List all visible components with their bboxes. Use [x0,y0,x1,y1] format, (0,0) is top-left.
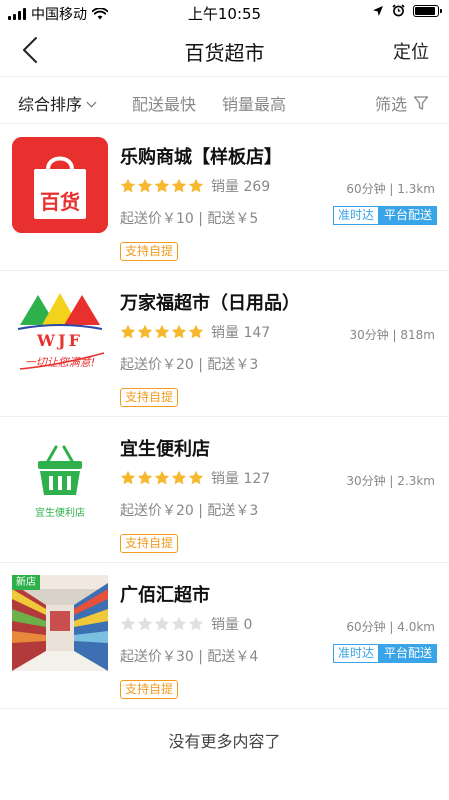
star-filled-icon [120,178,136,193]
filter-label: 筛选 [374,95,407,114]
on-time-badge: 准时达 [332,644,379,663]
store-item[interactable]: 宜生便利店 宜生便利店 销量 127 30分钟 | 2.3km 起送价￥20 |… [0,417,449,563]
star-filled-icon [154,324,170,339]
self-pickup-badge: 支持自提 [120,534,179,553]
filter-button[interactable]: 筛选 [375,91,429,115]
store-logo: WJF 一切让您满意! [12,283,108,379]
rating-stars [120,178,205,194]
star-filled-icon [137,178,153,193]
sort-comprehensive-label: 综合排序 [18,95,83,114]
store-photo: 新店 [12,575,108,671]
store-logo: 宜生便利店 [12,429,108,525]
star-filled-icon [154,178,170,193]
star-filled-icon [154,470,170,485]
star-filled-icon [188,178,204,193]
location-arrow-icon [373,5,383,16]
sort-bar: 综合排序 配送最快 销量最高 筛选 [0,76,449,124]
star-filled-icon [137,324,153,339]
star-empty-icon [137,616,153,631]
sort-comprehensive[interactable]: 综合排序 [18,91,97,115]
star-filled-icon [137,470,153,485]
star-filled-icon [171,178,187,193]
sales-count: 销量 0 [211,617,253,633]
end-of-list-text: 没有更多内容了 [168,732,281,751]
delivery-price: 起送价￥30 | 配送￥4 [120,649,259,665]
store-name: 万家福超市（日用品） [120,293,300,314]
logo-text: WJF [37,331,83,350]
self-pickup-badge: 支持自提 [120,680,179,699]
star-filled-icon [120,470,136,485]
shopping-bag-icon [12,137,108,233]
delivery-time-distance: 60分钟 | 4.0km [346,620,435,634]
funnel-icon [413,96,429,110]
star-filled-icon [171,324,187,339]
rating-stars [120,616,205,632]
store-rating: 销量 269 [120,176,270,196]
store-name: 乐购商城【样板店】 [120,147,282,168]
store-item[interactable]: 百货 乐购商城【样板店】 销量 269 60分钟 | 1.3km 起送价￥10 … [0,125,449,271]
star-empty-icon [188,616,204,631]
chevron-down-icon [86,97,97,108]
delivery-time-distance: 30分钟 | 2.3km [346,474,435,488]
platform-delivery-badge: 平台配送 [378,206,437,225]
delivery-time-distance: 60分钟 | 1.3km [346,182,435,196]
star-filled-icon [120,324,136,339]
on-time-badge: 准时达 [332,206,379,225]
sales-count: 销量 147 [211,325,271,341]
sort-top-sales[interactable]: 销量最高 [222,91,286,115]
logo-text: 宜生便利店 [35,508,85,519]
star-filled-icon [171,470,187,485]
status-right [372,4,442,17]
sales-count: 销量 269 [211,179,271,195]
store-rating: 销量 0 [120,614,252,634]
self-pickup-badge: 支持自提 [120,242,179,261]
sort-fastest-delivery[interactable]: 配送最快 [132,91,196,115]
store-item[interactable]: WJF 一切让您满意! 万家福超市（日用品） 销量 147 30分钟 | 818… [0,271,449,417]
sales-count: 销量 127 [211,471,271,487]
delivery-time-distance: 30分钟 | 818m [349,328,435,342]
store-name: 宜生便利店 [120,439,210,460]
battery-fill [415,6,435,15]
rating-stars [120,470,205,486]
delivery-price: 起送价￥20 | 配送￥3 [120,503,259,519]
star-filled-icon [188,324,204,339]
store-name: 广佰汇超市 [120,585,210,606]
logo-slogan: 一切让您满意! [24,356,96,369]
store-rating: 销量 127 [120,468,270,488]
rating-stars [120,324,205,340]
star-empty-icon [171,616,187,631]
platform-delivery-badge: 平台配送 [378,644,437,663]
star-filled-icon [188,470,204,485]
self-pickup-badge: 支持自提 [120,388,179,407]
service-badges: 准时达 平台配送 [332,206,437,225]
status-bar: 中国移动 上午10:55 [0,0,449,24]
star-empty-icon [120,616,136,631]
delivery-price: 起送价￥20 | 配送￥3 [120,357,259,373]
star-empty-icon [154,616,170,631]
logo-text: 百货 [40,190,80,214]
nav-bar: 百货超市 定位 [0,24,449,76]
delivery-price: 起送价￥10 | 配送￥5 [120,211,259,227]
store-logo: 百货 [12,137,108,233]
service-badges: 准时达 平台配送 [332,644,437,663]
new-store-tag: 新店 [12,575,40,590]
battery-icon [413,4,442,17]
store-item[interactable]: 新店 广佰汇超市 销量 0 60分钟 | 4.0km 起送价￥30 | 配送￥4… [0,563,449,709]
store-rating: 销量 147 [120,322,270,342]
alarm-icon [392,4,405,17]
location-button[interactable]: 定位 [393,38,429,64]
page-title: 百货超市 [184,41,265,65]
